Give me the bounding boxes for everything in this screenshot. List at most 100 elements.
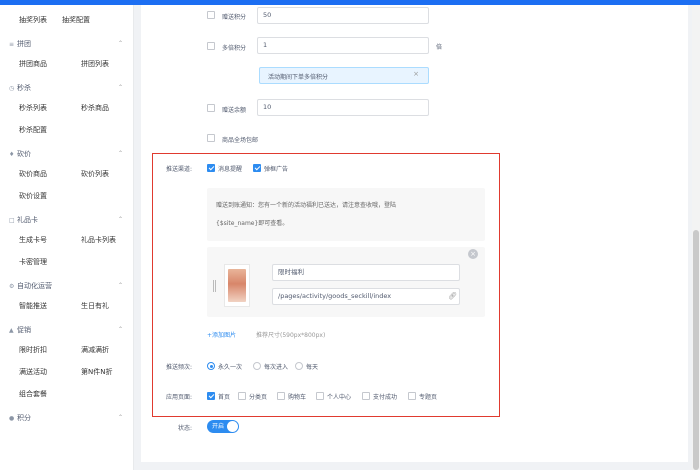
sidebar-item[interactable]: 秒杀商品 (62, 97, 124, 119)
automation-icon: ⚙ (9, 283, 15, 290)
sidebar-item[interactable]: 秒杀配置 (0, 119, 62, 141)
sidebar-row: 组合套餐 (0, 383, 133, 405)
sidebar-item[interactable]: 限时折扣 (0, 339, 62, 361)
sidebar-group-header[interactable]: ⚙ 自动化运营 ⌃ (0, 277, 133, 295)
sidebar-group-header[interactable]: ▲ 促销 ⌃ (0, 321, 133, 339)
sidebar-group-title: 自动化运营 (17, 282, 52, 290)
chevron-up-icon[interactable]: ⌃ (118, 277, 123, 295)
gift-balance-checkbox[interactable] (207, 104, 215, 112)
bargain-icon: ♦ (9, 151, 15, 158)
push-channel-label: 推送渠道: (166, 166, 193, 173)
frequency-label: 推送频次: (166, 364, 193, 371)
free-shipping-checkbox[interactable] (207, 134, 215, 142)
sidebar-row: 生成卡号 礼品卡列表 (0, 229, 133, 251)
sidebar-item[interactable]: 卡密管理 (0, 251, 62, 273)
freq-radio-once[interactable] (207, 362, 215, 370)
ad-link-input[interactable]: /pages/activity/goods_seckill/index (272, 288, 460, 305)
sidebar-item[interactable]: 礼品卡列表 (62, 229, 124, 251)
channel-message-checkbox[interactable] (207, 164, 215, 172)
sidebar-item[interactable]: 生日有礼 (62, 295, 124, 317)
sidebar-item[interactable]: 砍价列表 (62, 163, 124, 185)
remove-card-icon[interactable]: × (468, 249, 478, 259)
gift-balance-label: 赠送余额 (222, 107, 247, 114)
freq-option-once: 永久一次 (218, 364, 243, 371)
points-icon: ● (9, 415, 15, 422)
freq-option-each-entry: 每次进入 (264, 364, 289, 371)
gift-points-checkbox[interactable] (207, 11, 215, 19)
sidebar-group-title: 促销 (17, 326, 31, 334)
freq-radio-daily[interactable] (295, 362, 303, 370)
sidebar-item[interactable]: 砍价设置 (0, 185, 62, 207)
scrollbar-track[interactable] (692, 5, 700, 470)
page-checkbox-cart[interactable] (277, 392, 285, 400)
close-icon[interactable]: × (413, 70, 419, 78)
page-checkbox-category[interactable] (238, 392, 246, 400)
sidebar-item[interactable]: 拼团列表 (62, 53, 124, 75)
chevron-up-icon[interactable]: ⌃ (118, 145, 123, 163)
ad-title-input[interactable]: 限时福利 (272, 264, 460, 281)
multi-points-notice: 活动期间下单多倍积分 × (259, 67, 429, 84)
sidebar-group-header[interactable]: □ 礼品卡 ⌃ (0, 211, 133, 229)
sidebar-group-header[interactable]: ◷ 秒杀 ⌃ (0, 79, 133, 97)
size-hint: 推荐尺寸(590px*800px) (256, 332, 326, 339)
status-switch[interactable]: 开启 (207, 420, 239, 433)
channel-message-label: 消息提醒 (218, 166, 243, 173)
chevron-up-icon[interactable]: ⌃ (118, 321, 123, 339)
sidebar-item[interactable]: 抽奖配置 (62, 9, 124, 31)
sidebar-row: 抽奖列表 抽奖配置 (0, 9, 133, 31)
page-checkbox-topic[interactable] (408, 392, 416, 400)
gift-card-icon: □ (9, 217, 15, 224)
promotion-icon: ▲ (9, 327, 14, 334)
link-icon[interactable]: 🔗︎ (448, 292, 457, 300)
chevron-up-icon[interactable]: ⌃ (118, 79, 123, 97)
page-option-cart: 购物车 (288, 394, 307, 401)
sidebar-item[interactable]: 秒杀列表 (0, 97, 62, 119)
sidebar-item[interactable]: 第N件N折 (62, 361, 124, 383)
sidebar-row: 砍价设置 (0, 185, 133, 207)
page-checkbox-home[interactable] (207, 392, 215, 400)
sidebar-row: 拼团商品 拼团列表 (0, 53, 133, 75)
sidebar-group-header[interactable]: ≡ 拼团 ⌃ (0, 35, 133, 53)
page-checkbox-profile[interactable] (316, 392, 324, 400)
sidebar-item[interactable]: 抽奖列表 (0, 9, 62, 31)
gift-points-label: 赠送积分 (222, 14, 247, 21)
multi-points-label: 多倍积分 (222, 45, 247, 52)
ad-image-thumbnail[interactable] (224, 264, 250, 307)
drag-handle-icon[interactable] (213, 280, 216, 292)
message-line-1: 赠送到账通知：您有一个新的活动福利已送达，请注意查收哦，登陆 (216, 202, 397, 209)
page-checkbox-pay-success[interactable] (362, 392, 370, 400)
page-option-topic: 专题页 (419, 394, 438, 401)
sidebar-row: 秒杀配置 (0, 119, 133, 141)
sidebar-group-title: 礼品卡 (17, 216, 38, 224)
sidebar-item[interactable]: 组合套餐 (0, 383, 62, 405)
sidebar-row: 限时折扣 满减满折 (0, 339, 133, 361)
sidebar-group-title: 砍价 (17, 150, 31, 158)
status-label: 状态: (178, 425, 193, 432)
gift-balance-input[interactable]: 10 (257, 99, 429, 116)
sidebar-group-header[interactable]: ● 积分 ⌃ (0, 409, 133, 427)
switch-knob (227, 421, 238, 432)
chevron-up-icon[interactable]: ⌃ (118, 409, 123, 427)
sidebar-item[interactable]: 智能推送 (0, 295, 62, 317)
multi-points-unit: 倍 (436, 44, 443, 51)
sidebar-item[interactable]: 拼团商品 (0, 53, 62, 75)
channel-popup-label: 弹框广告 (264, 166, 289, 173)
sidebar-group-title: 积分 (17, 414, 31, 422)
multi-points-input[interactable]: 1 (257, 37, 429, 54)
chevron-up-icon[interactable]: ⌃ (118, 35, 123, 53)
sidebar-item[interactable]: 生成卡号 (0, 229, 62, 251)
sidebar-item[interactable]: 满减满折 (62, 339, 124, 361)
freq-radio-each-entry[interactable] (253, 362, 261, 370)
message-template-box[interactable]: 赠送到账通知：您有一个新的活动福利已送达，请注意查收哦，登陆 {$site_na… (207, 188, 485, 241)
channel-popup-checkbox[interactable] (253, 164, 261, 172)
sidebar-row: 秒杀列表 秒杀商品 (0, 97, 133, 119)
sidebar-group-header[interactable]: ♦ 砍价 ⌃ (0, 145, 133, 163)
chevron-up-icon[interactable]: ⌃ (118, 211, 123, 229)
add-image-link[interactable]: +添加图片 (207, 330, 236, 339)
gift-points-input[interactable]: 50 (257, 7, 429, 24)
sidebar-item[interactable]: 满送活动 (0, 361, 62, 383)
scrollbar-thumb[interactable] (693, 230, 699, 470)
multi-points-checkbox[interactable] (207, 42, 215, 50)
sidebar-row: 砍价商品 砍价列表 (0, 163, 133, 185)
sidebar-item[interactable]: 砍价商品 (0, 163, 62, 185)
